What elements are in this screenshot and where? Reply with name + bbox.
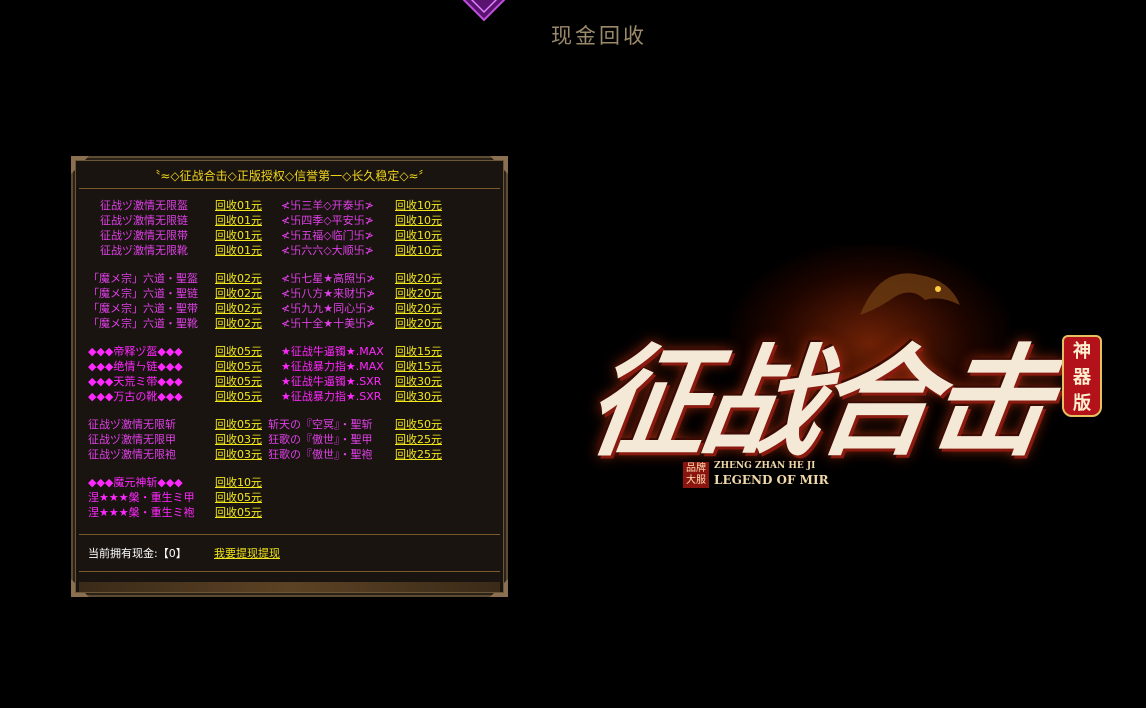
item-name: ◆◆◆帝释ヅ盔◆◆◆ xyxy=(88,345,183,358)
item-name: ◆◆◆魔元神斩◆◆◆ xyxy=(88,476,183,489)
item-name: ≮卐九九★同心卐≯ xyxy=(281,302,376,315)
item-name: 征战ヅ激情无限靴 xyxy=(100,244,188,257)
recycle-link[interactable]: 回收25元 xyxy=(395,447,442,462)
recycle-link[interactable]: 回收10元 xyxy=(395,198,442,213)
game-logo: 征战合击 神 器 版 品牌大服 ZHENG ZHAN HE JI LEGEND … xyxy=(550,245,1110,515)
recycle-link[interactable]: 回收02元 xyxy=(215,286,262,301)
item-name: 狂歌の『傲世』・聖甲 xyxy=(268,433,373,446)
recycle-link[interactable]: 回收20元 xyxy=(395,316,442,331)
recycle-link[interactable]: 回收20元 xyxy=(395,286,442,301)
item-name: ★征战暴力指★.SXR xyxy=(281,390,382,403)
recycle-link[interactable]: 回收02元 xyxy=(215,301,262,316)
brand-tag: 品牌大服 xyxy=(683,462,709,488)
divider xyxy=(79,571,500,572)
recycle-link[interactable]: 回收50元 xyxy=(395,417,442,432)
recycle-link[interactable]: 回收02元 xyxy=(215,271,262,286)
badge-char: 器 xyxy=(1073,367,1091,388)
item-name: ≮卐八方★来财卐≯ xyxy=(281,287,376,300)
recycle-link[interactable]: 回收30元 xyxy=(395,389,442,404)
item-name: 涅★★★槃・重生ミ袍 xyxy=(88,506,195,519)
logo-english: LEGEND OF MIR xyxy=(714,473,829,487)
recycle-link[interactable]: 回收05元 xyxy=(215,505,262,520)
item-name: ≮卐三羊◇开泰卐≯ xyxy=(281,199,374,212)
recycle-link[interactable]: 回收30元 xyxy=(395,374,442,389)
item-name: 斩天の『空冥』・聖斩 xyxy=(268,418,373,431)
item-name: ★征战暴力指★.MAX xyxy=(281,360,384,373)
item-name: ≮卐六六◇大顺卐≯ xyxy=(281,244,374,257)
badge-char: 版 xyxy=(1073,393,1091,414)
recycle-list: 征战ヅ激情无限盔 回收01元 ≮卐三羊◇开泰卐≯ 回收10元 征战ヅ激情无限链 … xyxy=(73,158,506,595)
panel-bottom-ornament xyxy=(79,582,500,592)
recycle-link[interactable]: 回收02元 xyxy=(215,316,262,331)
recycle-link[interactable]: 回收15元 xyxy=(395,344,442,359)
recycle-link[interactable]: 回收10元 xyxy=(395,243,442,258)
item-name: ≮卐五福◇临门卐≯ xyxy=(281,229,374,242)
recycle-link[interactable]: 回收01元 xyxy=(215,243,262,258)
recycle-link[interactable]: 回收03元 xyxy=(215,432,262,447)
item-name: ◆◆◆万古の靴◆◆◆ xyxy=(88,390,183,403)
recycle-link[interactable]: 回收01元 xyxy=(215,228,262,243)
divider xyxy=(79,534,500,535)
item-name: 征战ヅ激情无限袍 xyxy=(88,448,176,461)
item-name: ≮卐十全★十美卐≯ xyxy=(281,317,376,330)
item-name: ≮卐四季◇平安卐≯ xyxy=(281,214,374,227)
item-name: 征战ヅ激情无限斩 xyxy=(88,418,176,431)
edition-badge: 神 器 版 xyxy=(1062,335,1102,417)
recycle-link[interactable]: 回收10元 xyxy=(395,213,442,228)
recycle-panel: 〝≈◇征战合击◇正版授权◇信誉第一◇长久稳定◇≈〞 征战ヅ激情无限盔 回收01元… xyxy=(71,156,508,597)
withdraw-link[interactable]: 我要提现提现 xyxy=(214,545,280,561)
item-name: ◆◆◆绝情ㄣ链◆◆◆ xyxy=(88,360,183,373)
item-name: 征战ヅ激情无限链 xyxy=(100,214,188,227)
badge-char: 神 xyxy=(1073,341,1091,362)
item-name: 征战ヅ激情无限盔 xyxy=(100,199,188,212)
logo-pinyin: ZHENG ZHAN HE JI xyxy=(714,461,816,471)
item-name: 征战ヅ激情无限带 xyxy=(100,229,188,242)
recycle-link[interactable]: 回收05元 xyxy=(215,417,262,432)
item-name: ★征战牛逼镯★.SXR xyxy=(281,375,382,388)
recycle-link[interactable]: 回收25元 xyxy=(395,432,442,447)
recycle-link[interactable]: 回收10元 xyxy=(395,228,442,243)
top-emblem-icon xyxy=(462,0,506,22)
recycle-link[interactable]: 回收05元 xyxy=(215,490,262,505)
cash-balance-label: 当前拥有现金:【0】 xyxy=(88,547,187,560)
item-name: 「魔メ宗」六道・聖链 xyxy=(88,287,198,300)
logo-title: 征战合击 xyxy=(578,332,1055,473)
item-name: ★征战牛逼镯★.MAX xyxy=(281,345,384,358)
recycle-link[interactable]: 回收05元 xyxy=(215,344,262,359)
recycle-link[interactable]: 回收10元 xyxy=(215,475,262,490)
recycle-link[interactable]: 回收01元 xyxy=(215,198,262,213)
recycle-link[interactable]: 回收01元 xyxy=(215,213,262,228)
recycle-link[interactable]: 回收15元 xyxy=(395,359,442,374)
item-name: 「魔メ宗」六道・聖带 xyxy=(88,302,198,315)
item-name: 「魔メ宗」六道・聖盔 xyxy=(88,272,198,285)
page-title: 现金回收 xyxy=(551,24,647,48)
recycle-link[interactable]: 回收20元 xyxy=(395,301,442,316)
recycle-link[interactable]: 回收05元 xyxy=(215,374,262,389)
item-name: 征战ヅ激情无限甲 xyxy=(88,433,176,446)
recycle-link[interactable]: 回收03元 xyxy=(215,447,262,462)
recycle-link[interactable]: 回收05元 xyxy=(215,389,262,404)
recycle-link[interactable]: 回收20元 xyxy=(395,271,442,286)
recycle-link[interactable]: 回收05元 xyxy=(215,359,262,374)
item-name: ≮卐七星★高照卐≯ xyxy=(281,272,376,285)
item-name: ◆◆◆天荒ミ带◆◆◆ xyxy=(88,375,183,388)
item-name: 狂歌の『傲世』・聖袍 xyxy=(268,448,373,461)
item-name: 涅★★★槃・重生ミ甲 xyxy=(88,491,195,504)
item-name: 「魔メ宗」六道・聖靴 xyxy=(88,317,198,330)
